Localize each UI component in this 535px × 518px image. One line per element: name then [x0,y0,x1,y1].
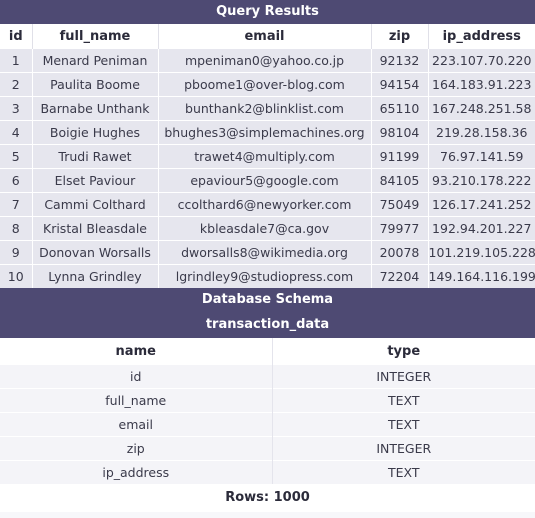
schema-header-name: name [0,338,273,365]
table-row[interactable]: 4 Boigie Hughes bhughes3@simplemachines.or… [0,120,535,145]
field-name: zip [0,436,273,461]
table-row[interactable]: 9 Donovan Worsalls dworsalls8@wikimedia.or… [0,240,535,265]
cell-id: 3 [0,96,33,121]
schema-row: id INTEGER [0,364,535,389]
table-row[interactable]: 7 Cammi Colthard ccolthard6@newyorker.com 7… [0,192,535,217]
cell-email: lgrindley9@studiopress.com [158,264,372,288]
column-header-full-name[interactable]: full_name [32,24,159,49]
cell-id: 7 [0,192,33,217]
table-row[interactable]: 6 Elset Paviour epaviour5@google.com 84105 9… [0,168,535,193]
cell-full-name: Kristal Bleasdale [32,216,159,241]
cell-ip-address: 149.164.116.199 [428,264,535,288]
results-body: 1 Menard Peniman mpeniman0@yahoo.co.jp 9213… [0,48,535,288]
cell-zip: 65110 [371,96,429,121]
cell-email: mpeniman0@yahoo.co.jp [158,48,372,73]
cell-zip: 20078 [371,240,429,265]
table-row[interactable]: 3 Barnabe Unthank bunthank2@blinklist.com 6… [0,96,535,121]
field-name: email [0,412,273,437]
cell-id: 5 [0,144,33,169]
database-schema-title: Database Schema [0,288,535,312]
cell-ip-address: 192.94.201.227 [428,216,535,241]
cell-ip-address: 93.210.178.222 [428,168,535,193]
table-row[interactable]: 5 Trudi Rawet trawet4@multiply.com 91199 76.… [0,144,535,169]
cell-full-name: Donovan Worsalls [32,240,159,265]
cell-email: bhughes3@simplemachines.org [158,120,372,145]
column-header-id[interactable]: id [0,24,33,49]
cell-zip: 84105 [371,168,429,193]
cell-ip-address: 167.248.251.58 [428,96,535,121]
cell-id: 8 [0,216,33,241]
cell-zip: 92132 [371,48,429,73]
cell-ip-address: 101.219.105.228 [428,240,535,265]
cell-email: pboome1@over-blog.com [158,72,372,97]
schema-body: id INTEGER full_name TEXT email TEXT zip INTEGE… [0,364,535,484]
cell-full-name: Elset Paviour [32,168,159,193]
column-header-email[interactable]: email [158,24,372,49]
cell-ip-address: 76.97.141.59 [428,144,535,169]
schema-row: email TEXT [0,412,535,437]
cell-zip: 72204 [371,264,429,288]
query-results-table: id full_name email zip ip_address 1 Menar… [0,24,535,288]
cell-id: 1 [0,48,33,73]
cell-full-name: Trudi Rawet [32,144,159,169]
cell-email: ccolthard6@newyorker.com [158,192,372,217]
query-results-title: Query Results [0,0,535,24]
cell-id: 4 [0,120,33,145]
schema-row: zip INTEGER [0,436,535,461]
column-header-zip[interactable]: zip [371,24,429,49]
table-row[interactable]: 2 Paulita Boome pboome1@over-blog.com 94154… [0,72,535,97]
cell-ip-address: 223.107.70.220 [428,48,535,73]
cell-email: epaviour5@google.com [158,168,372,193]
results-header-row: id full_name email zip ip_address [0,24,535,49]
schema-row: full_name TEXT [0,388,535,413]
cell-zip: 94154 [371,72,429,97]
schema-table-name: transaction_data [0,312,535,338]
schema-row: ip_address TEXT [0,460,535,484]
field-type: TEXT [272,412,535,437]
field-type: INTEGER [272,364,535,389]
cell-full-name: Paulita Boome [32,72,159,97]
cell-email: bunthank2@blinklist.com [158,96,372,121]
cell-email: kbleasdale7@ca.gov [158,216,372,241]
field-name: ip_address [0,460,273,484]
cell-zip: 79977 [371,216,429,241]
field-type: TEXT [272,460,535,484]
schema-table: name type id INTEGER full_name TEXT email TEX… [0,338,535,484]
cell-id: 6 [0,168,33,193]
cell-zip: 75049 [371,192,429,217]
cell-full-name: Cammi Colthard [32,192,159,217]
cell-id: 9 [0,240,33,265]
cell-ip-address: 219.28.158.36 [428,120,535,145]
cell-id: 10 [0,264,33,288]
rows-count: Rows: 1000 [0,484,535,512]
table-row[interactable]: 10 Lynna Grindley lgrindley9@studiopress.c… [0,264,535,288]
cell-full-name: Barnabe Unthank [32,96,159,121]
column-header-ip-address[interactable]: ip_address [428,24,535,49]
cell-email: dworsalls8@wikimedia.org [158,240,372,265]
cell-full-name: Boigie Hughes [32,120,159,145]
field-type: TEXT [272,388,535,413]
cell-email: trawet4@multiply.com [158,144,372,169]
cell-ip-address: 126.17.241.252 [428,192,535,217]
cell-full-name: Lynna Grindley [32,264,159,288]
cell-full-name: Menard Peniman [32,48,159,73]
field-type: INTEGER [272,436,535,461]
field-name: full_name [0,388,273,413]
query-viewer: Query Results id full_name email zip ip_… [0,0,535,518]
table-row[interactable]: 8 Kristal Bleasdale kbleasdale7@ca.gov 7997… [0,216,535,241]
schema-header-row: name type [0,338,535,365]
cell-id: 2 [0,72,33,97]
schema-header-type: type [272,338,535,365]
cell-zip: 91199 [371,144,429,169]
field-name: id [0,364,273,389]
table-row[interactable]: 1 Menard Peniman mpeniman0@yahoo.co.jp 9213… [0,48,535,73]
cell-zip: 98104 [371,120,429,145]
cell-ip-address: 164.183.91.223 [428,72,535,97]
